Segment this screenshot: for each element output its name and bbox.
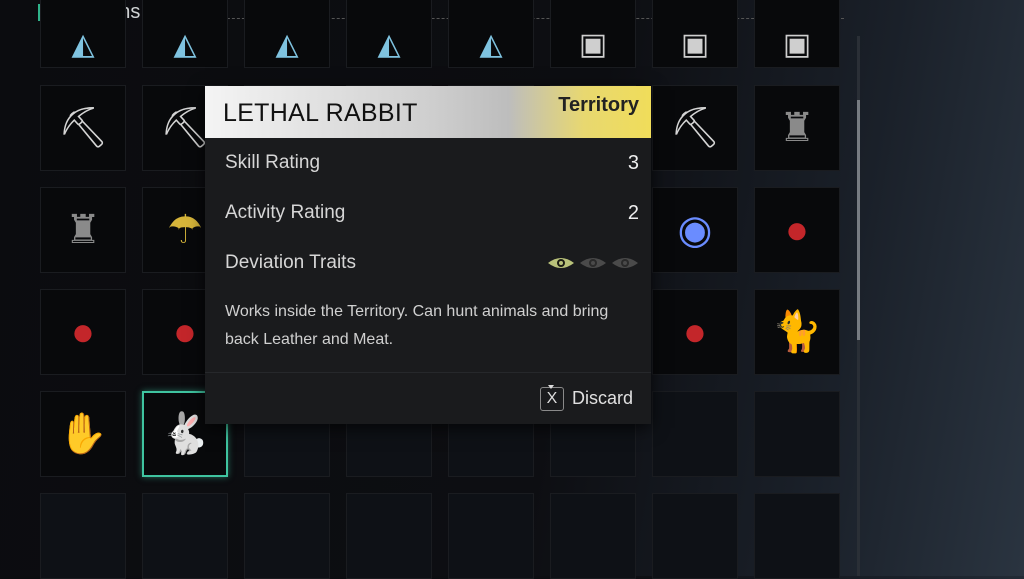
red-mask-doll-icon: ●	[682, 310, 708, 354]
trait-eye-inactive-icon	[612, 258, 638, 268]
trait-eye-inactive-icon	[580, 258, 606, 268]
deviation-slot[interactable]	[244, 493, 330, 579]
lethal-rabbit-icon: 🐇	[160, 412, 210, 456]
deviation-slot[interactable]	[142, 493, 228, 579]
deviation-slot[interactable]: ◭	[40, 0, 126, 68]
deviation-slot[interactable]	[448, 493, 534, 579]
activity-rating-row: Activity Rating 2	[205, 188, 651, 238]
traits-indicator	[547, 256, 639, 270]
robot-icon: ▣	[782, 28, 812, 61]
tooltip-footer: X Discard	[205, 372, 651, 424]
robot-icon: ▣	[578, 28, 608, 61]
deviation-name: LETHAL RABBIT	[223, 99, 418, 127]
deviation-description: Works inside the Territory. Can hunt ani…	[225, 303, 609, 348]
red-mask-doll-icon: ●	[784, 208, 810, 252]
robot-pickaxe-icon: ⛏	[159, 106, 211, 150]
deviation-tooltip: LETHAL RABBIT Territory Skill Rating 3 A…	[205, 86, 651, 424]
deviation-slot[interactable]: ◭	[142, 0, 228, 68]
skill-rating-row: Skill Rating 3	[205, 138, 651, 188]
robot-pickaxe-icon: ⛏	[57, 106, 109, 150]
stat-value: 3	[627, 151, 639, 174]
discard-button[interactable]: Discard	[572, 388, 633, 409]
deviation-slot[interactable]: ▣	[754, 0, 840, 68]
terrain-icon: ◭	[479, 28, 503, 61]
deviation-slot[interactable]: ◭	[346, 0, 432, 68]
deviation-slot[interactable]: ●	[652, 289, 738, 375]
red-mask-doll-icon: ●	[70, 310, 96, 354]
samurai-icon: ♜	[65, 208, 101, 252]
terrain-icon: ◭	[377, 28, 401, 61]
robot-pickaxe-icon: ⛏	[669, 106, 721, 150]
terrain-icon: ◭	[173, 28, 197, 61]
deviation-slot[interactable]: ◭	[244, 0, 330, 68]
deviation-slot[interactable]: ◉	[652, 187, 738, 273]
samurai-icon: ♜	[779, 106, 815, 150]
terrain-icon: ◭	[71, 28, 95, 61]
traits-label: Deviation Traits	[225, 252, 356, 273]
deviation-slot[interactable]	[652, 493, 738, 579]
deviation-traits-row: Deviation Traits	[205, 238, 651, 288]
deviation-slot[interactable]: ⛏	[652, 85, 738, 171]
deviation-slot[interactable]: ▣	[652, 0, 738, 68]
trait-eye-active-icon	[548, 258, 574, 268]
deviation-category: Territory	[558, 94, 639, 116]
deviation-slot[interactable]: ●	[40, 289, 126, 375]
stat-label: Skill Rating	[225, 152, 321, 173]
deviation-slot[interactable]: ♜	[40, 187, 126, 273]
scrollbar-thumb[interactable]	[857, 100, 860, 340]
deviation-slot[interactable]: ●	[754, 187, 840, 273]
stat-label: Activity Rating	[225, 202, 346, 223]
stat-value: 2	[627, 201, 639, 224]
raincoat-icon: ☂	[167, 208, 203, 252]
deviation-slot[interactable]: ✋	[40, 391, 126, 477]
terrain-icon: ◭	[275, 28, 299, 61]
tooltip-header: LETHAL RABBIT Territory	[205, 86, 651, 138]
discard-key-icon[interactable]: X	[539, 384, 564, 411]
striped-cat-icon: 🐈	[772, 310, 822, 354]
deviation-slot[interactable]: ⛏	[40, 85, 126, 171]
deviation-slot[interactable]: ▣	[550, 0, 636, 68]
deviation-slot[interactable]	[754, 391, 840, 477]
deviation-slot[interactable]	[652, 391, 738, 477]
deviation-slot[interactable]	[754, 493, 840, 579]
deviation-slot[interactable]	[550, 493, 636, 579]
deviation-slot[interactable]: 🐈	[754, 289, 840, 375]
key-glyph: X	[546, 389, 558, 407]
deviation-slot[interactable]: ◭	[448, 0, 534, 68]
deviation-slot[interactable]	[40, 493, 126, 579]
deviation-slot[interactable]: ♜	[754, 85, 840, 171]
deviation-slot[interactable]	[346, 493, 432, 579]
mechanical-hand-icon: ✋	[58, 412, 108, 456]
robot-icon: ▣	[680, 28, 710, 61]
red-mask-doll-icon: ●	[172, 310, 198, 354]
energy-orb-icon: ◉	[677, 208, 713, 252]
